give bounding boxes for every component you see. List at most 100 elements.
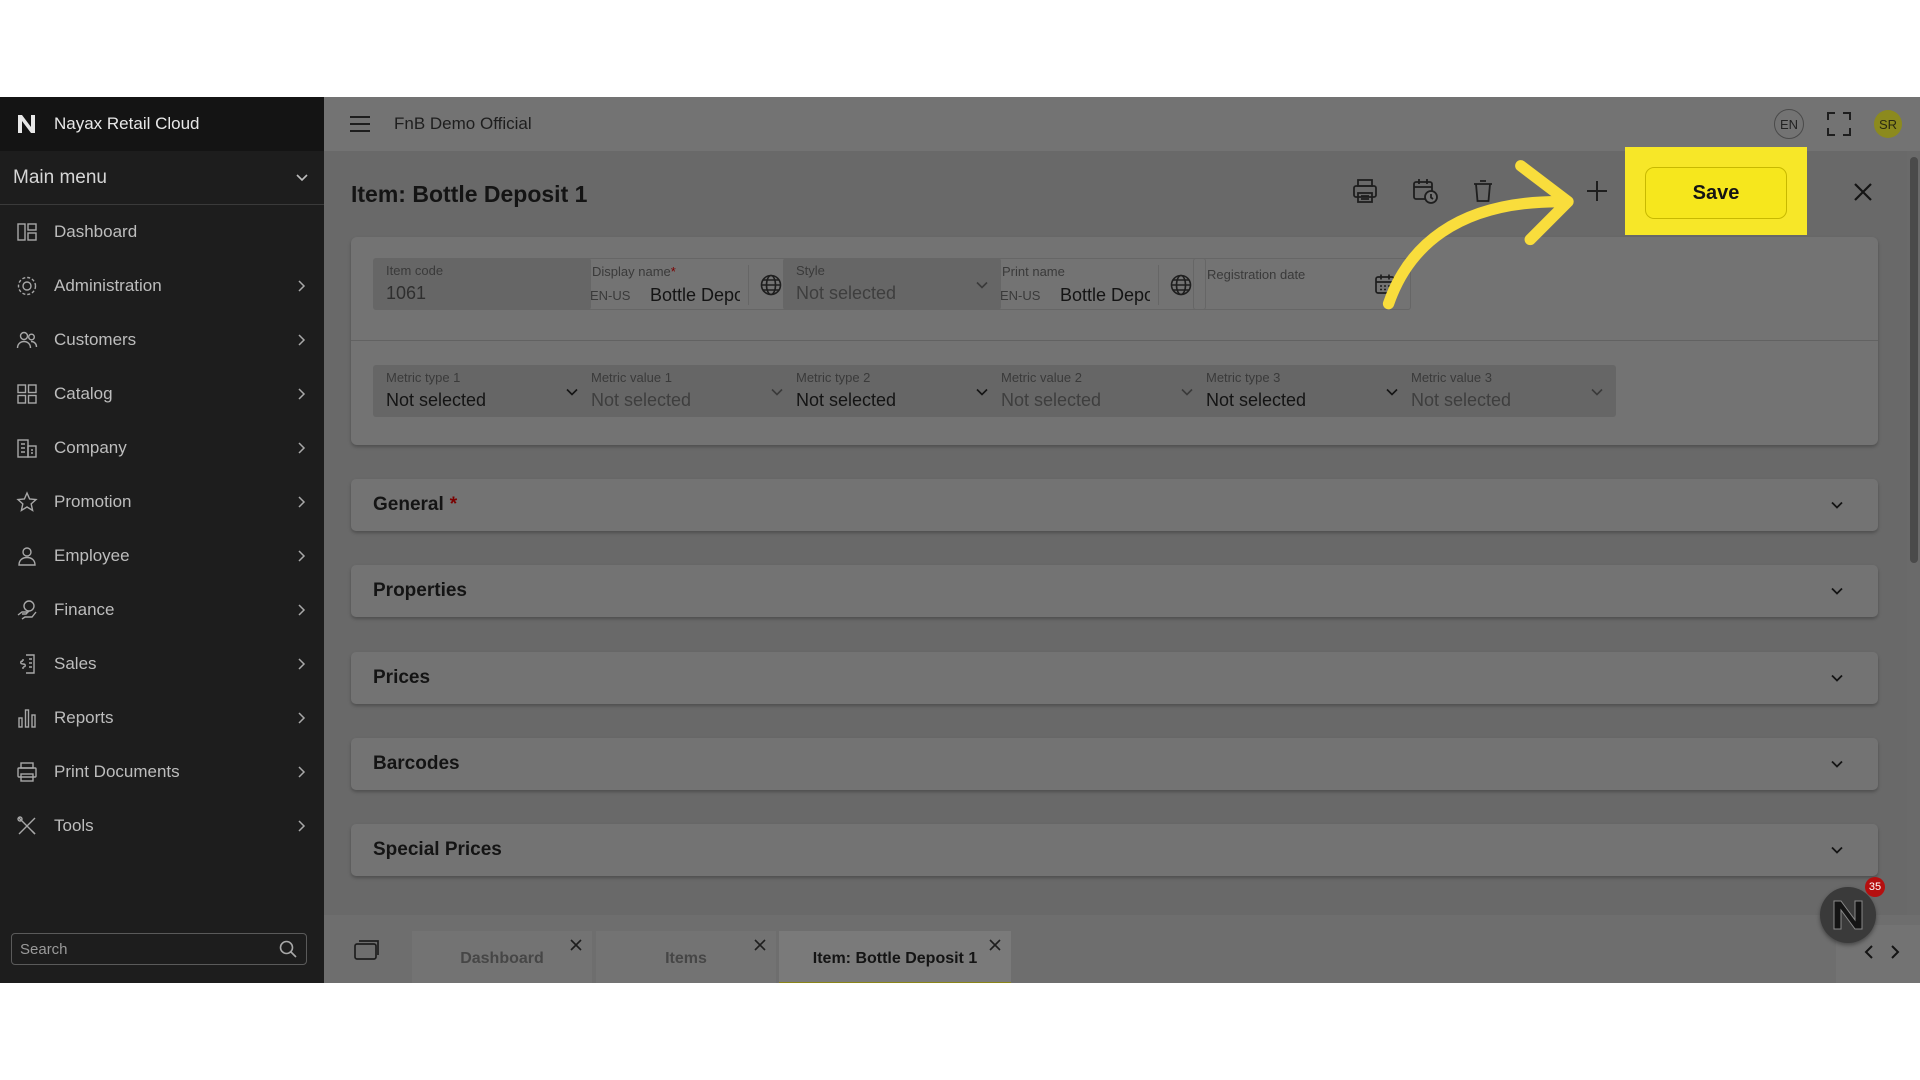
nayax-logo-icon [1833, 900, 1863, 930]
metric-value-2-value: Not selected [1001, 390, 1102, 410]
brand-bar[interactable]: Nayax Retail Cloud [0, 97, 324, 151]
tab-item-bottle-deposit[interactable]: Item: Bottle Deposit 1 [779, 931, 1011, 983]
display-name-value: Bottle Deposit 1 [650, 285, 740, 305]
sidebar-item-label: Customers [54, 330, 137, 349]
chevron-right-icon [298, 442, 306, 454]
star-icon [16, 491, 38, 513]
chevron-down-icon [1386, 388, 1398, 396]
dashboard-icon [16, 221, 38, 243]
chevron-left-icon[interactable] [1862, 944, 1876, 960]
sidebar-item-label: Company [54, 438, 127, 457]
sidebar-item-label: Dashboard [54, 222, 138, 241]
style-value: Not selected [796, 283, 897, 303]
sales-icon [16, 653, 38, 675]
field-label: Print name [1002, 264, 1065, 279]
windows-icon[interactable] [354, 940, 380, 960]
sidebar-item-reports[interactable]: Reports [0, 691, 324, 745]
metric-type-3-select[interactable]: Metric type 3 Not selected [1193, 365, 1411, 417]
sidebar-item-customers[interactable]: Customers [0, 313, 324, 367]
sidebar-item-tools[interactable]: Tools [0, 799, 324, 853]
sidebar: Nayax Retail Cloud Main menu Dashboard A… [0, 97, 324, 983]
chevron-down-icon [771, 388, 783, 396]
administration-icon [16, 275, 38, 297]
sidebar-item-label: Tools [54, 816, 94, 835]
reports-icon [16, 707, 38, 729]
organization-name[interactable]: FnB Demo Official [394, 114, 532, 134]
item-code-field[interactable]: Item code 1061 [373, 258, 591, 310]
metric-value-2-select[interactable]: Metric value 2 Not selected [988, 365, 1206, 417]
tab-label: Dashboard [460, 950, 544, 967]
sidebar-item-finance[interactable]: Finance [0, 583, 324, 637]
sidebar-item-sales[interactable]: Sales [0, 637, 324, 691]
chevron-down-icon [976, 388, 988, 396]
section-title: Properties [373, 580, 467, 601]
chevron-right-icon [298, 658, 306, 670]
scrollbar[interactable] [1907, 151, 1920, 915]
sidebar-item-dashboard[interactable]: Dashboard [0, 205, 324, 259]
top-bar-actions: EN SR [1774, 97, 1920, 151]
section-prices[interactable]: Prices [351, 652, 1878, 704]
sidebar-item-label: Print Documents [54, 762, 180, 781]
section-barcodes[interactable]: Barcodes [351, 738, 1878, 790]
fullscreen-icon[interactable] [1826, 111, 1852, 137]
scrollbar-thumb[interactable] [1910, 157, 1918, 563]
sidebar-item-catalog[interactable]: Catalog [0, 367, 324, 421]
chevron-right-icon [298, 388, 306, 400]
close-icon[interactable] [1852, 181, 1874, 203]
globe-icon[interactable] [1169, 273, 1193, 297]
sidebar-search-input[interactable] [12, 939, 278, 959]
chevron-down-icon [1831, 587, 1843, 595]
sidebar-item-administration[interactable]: Administration [0, 259, 324, 313]
metric-value-1-select[interactable]: Metric value 1 Not selected [578, 365, 796, 417]
close-icon[interactable] [754, 939, 766, 951]
section-special-prices[interactable]: Special Prices [351, 824, 1878, 876]
sidebar-item-company[interactable]: Company [0, 421, 324, 475]
tab-dashboard[interactable]: Dashboard [412, 931, 592, 983]
close-icon[interactable] [570, 939, 582, 951]
chevron-right-icon[interactable] [1888, 944, 1902, 960]
save-button[interactable]: Save [1645, 167, 1787, 219]
display-name-field[interactable]: Display name* EN-US Bottle Deposit 1 [578, 258, 796, 310]
section-general[interactable]: General * [351, 479, 1878, 531]
sidebar-item-label: Finance [54, 600, 115, 619]
search-icon[interactable] [278, 939, 298, 959]
field-label: Registration date [1207, 267, 1306, 282]
bottom-tab-bar: Dashboard Items Item: Bottle Deposit 1 [324, 915, 1920, 983]
chevron-right-icon [298, 280, 306, 292]
sidebar-item-print-documents[interactable]: Print Documents [0, 745, 324, 799]
globe-icon[interactable] [759, 273, 783, 297]
language-selector[interactable]: EN [1774, 109, 1804, 139]
assistant-chat-button[interactable] [1820, 887, 1876, 943]
user-avatar[interactable]: SR [1874, 110, 1902, 138]
metric-value-3-select[interactable]: Metric value 3 Not selected [1398, 365, 1616, 417]
divider [748, 265, 749, 305]
metric-type-1-select[interactable]: Metric type 1 Not selected [373, 365, 591, 417]
metric-type-3-value: Not selected [1206, 390, 1307, 410]
catalog-icon [16, 383, 38, 405]
tab-label: Items [665, 950, 707, 967]
brand-name: Nayax Retail Cloud [54, 114, 200, 133]
print-name-field[interactable]: Print name EN-US Bottle Deposit 1 [988, 258, 1206, 310]
tab-items[interactable]: Items [596, 931, 776, 983]
hamburger-menu-icon[interactable] [349, 115, 371, 133]
chevron-right-icon [298, 550, 306, 562]
divider [1158, 265, 1159, 305]
sidebar-item-label: Administration [54, 276, 162, 295]
section-properties[interactable]: Properties [351, 565, 1878, 617]
main-menu-toggle[interactable]: Main menu [0, 151, 324, 205]
page-title: Item: Bottle Deposit 1 [351, 181, 588, 207]
chevron-down-icon [1831, 846, 1843, 854]
annotation-arrow-icon [1382, 160, 1574, 310]
section-title: Barcodes [373, 753, 460, 774]
close-icon[interactable] [989, 939, 1001, 951]
sidebar-item-label: Promotion [54, 492, 132, 511]
metric-type-2-value: Not selected [796, 390, 897, 410]
chevron-right-icon [298, 604, 306, 616]
metric-type-2-select[interactable]: Metric type 2 Not selected [783, 365, 1001, 417]
sidebar-item-promotion[interactable]: Promotion [0, 475, 324, 529]
style-select[interactable]: Style Not selected [783, 258, 1001, 310]
chevron-right-icon [298, 334, 306, 346]
chevron-right-icon [298, 712, 306, 724]
sidebar-item-employee[interactable]: Employee [0, 529, 324, 583]
chevron-down-icon [1591, 388, 1603, 396]
